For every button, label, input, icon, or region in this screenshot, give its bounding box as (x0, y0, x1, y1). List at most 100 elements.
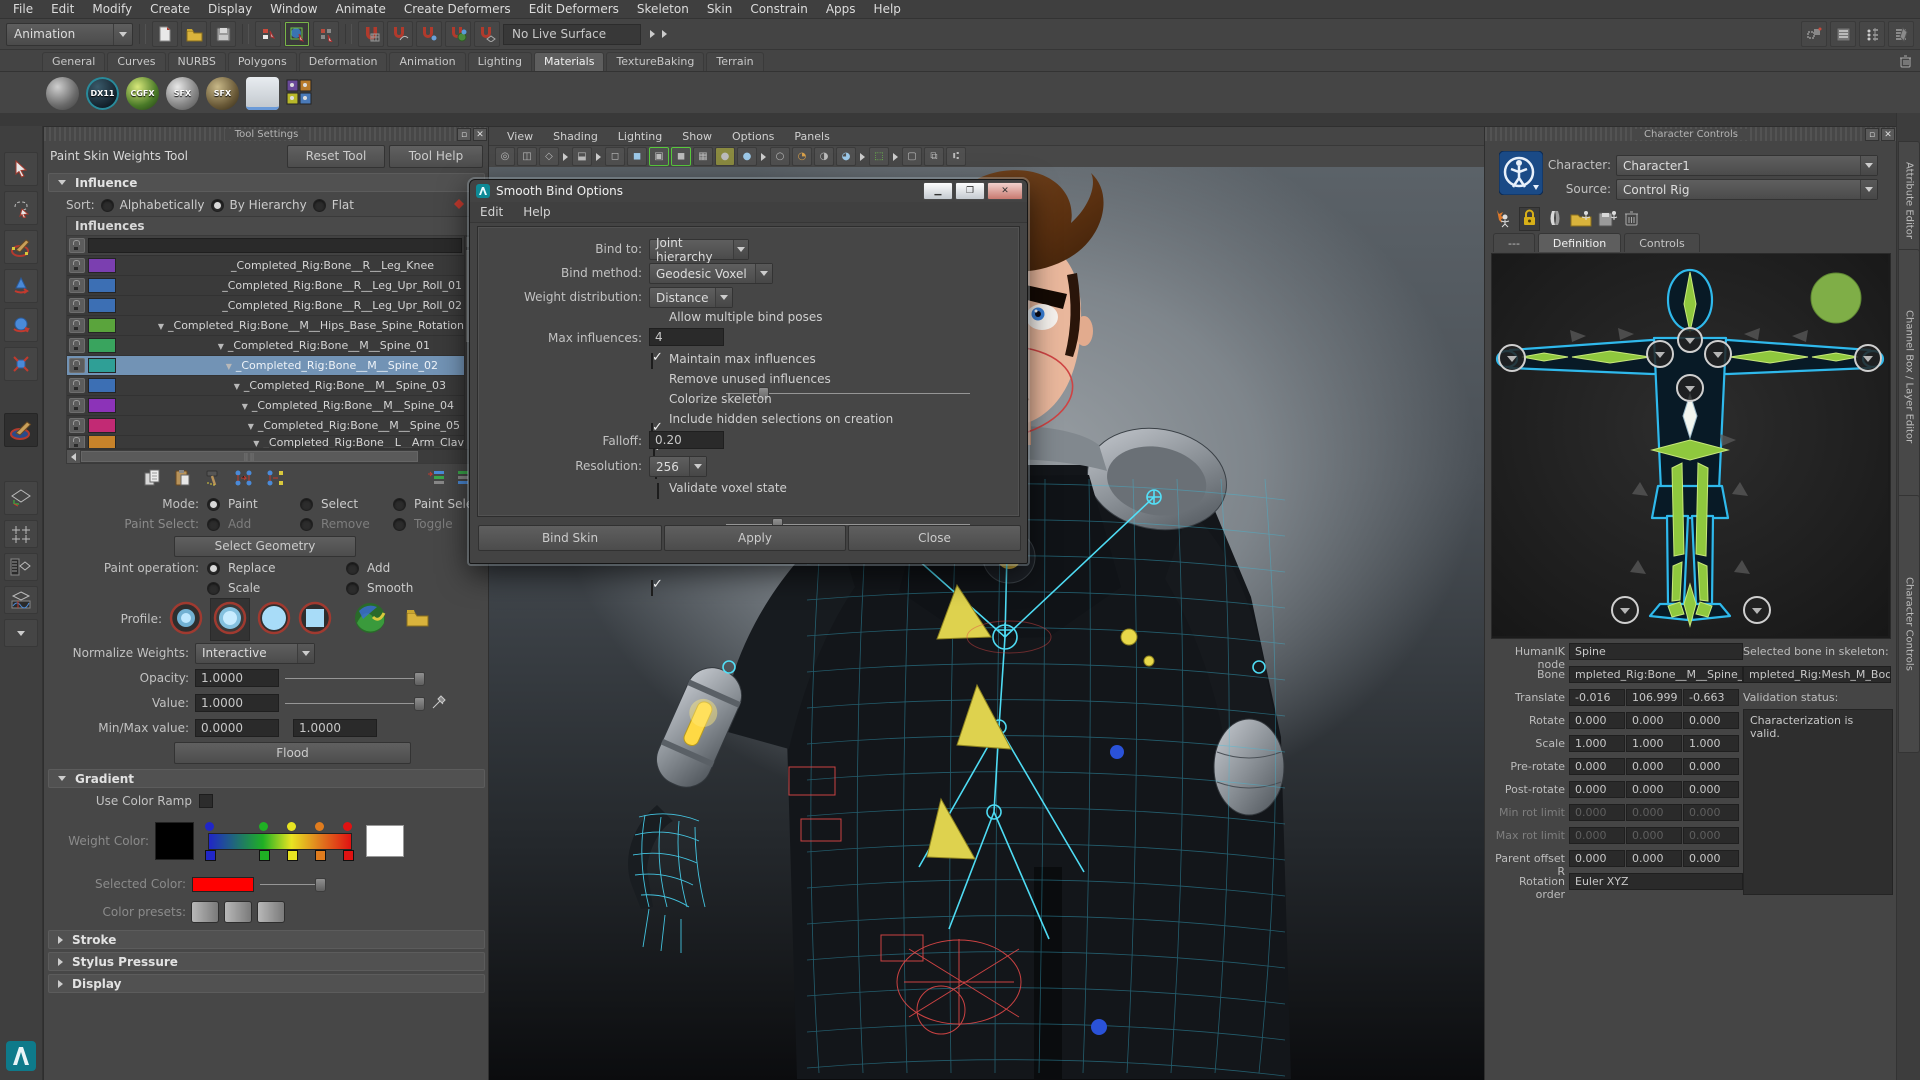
xray-joints-icon[interactable]: ⧉ (924, 147, 944, 166)
copy-weights-icon[interactable] (144, 469, 162, 490)
tab-character-controls[interactable]: Character Controls (1898, 495, 1920, 753)
parent-offset-x-field[interactable]: 0.000 (1569, 850, 1625, 867)
tab-controls[interactable]: Controls (1624, 233, 1700, 252)
menu-window[interactable]: Window (261, 1, 326, 17)
influence-row[interactable]: ▼_Completed_Rig:Bone__L__Arm_Clav (67, 436, 464, 449)
new-scene-icon[interactable] (152, 21, 178, 47)
ramp-marker[interactable] (205, 850, 216, 861)
close-button[interactable]: Close (848, 525, 1021, 551)
close-icon[interactable]: ✕ (987, 182, 1023, 200)
select-tool-icon[interactable] (4, 152, 38, 186)
rotation-order-field[interactable]: Euler XYZ (1569, 873, 1743, 890)
influence-color-swatch[interactable] (88, 436, 116, 449)
use-all-lights-icon[interactable]: ● (715, 147, 735, 166)
scale-z-field[interactable]: 1.000 (1683, 735, 1739, 752)
rotate-tool-icon[interactable] (4, 308, 38, 342)
minimize-icon[interactable]: ▁ (923, 182, 953, 200)
shading-wireframe-icon[interactable]: ◻ (605, 147, 625, 166)
lasso-tool-icon[interactable] (4, 191, 38, 225)
ramp-marker[interactable] (343, 850, 354, 861)
menu-constrain[interactable]: Constrain (741, 1, 817, 17)
color-preset-swatch[interactable] (257, 901, 285, 923)
weight-color-ramp[interactable] (208, 833, 352, 850)
move-influences-icon[interactable] (234, 469, 254, 490)
sort-flat-radio[interactable] (313, 199, 326, 212)
influence-row[interactable]: _Completed_Rig:Bone__R__Leg_Upr_Roll_01 (67, 276, 464, 296)
dx11-shader-icon[interactable]: DX11 (86, 77, 119, 110)
allow-multiple-bind-poses-checkbox[interactable] (651, 353, 653, 369)
ramp-marker[interactable] (287, 850, 298, 861)
toggle-channel-box-icon[interactable] (1888, 21, 1914, 47)
select-by-hierarchy-icon[interactable] (255, 21, 281, 47)
isolate-select-icon[interactable]: ⬚ (869, 147, 889, 166)
influence-color-swatch[interactable] (88, 298, 116, 313)
toggle-attribute-editor-icon[interactable] (1830, 21, 1856, 47)
influence-color-swatch[interactable] (88, 258, 116, 273)
tab-definition[interactable]: Definition (1538, 233, 1621, 252)
menu-create-deformers[interactable]: Create Deformers (395, 1, 520, 17)
shelf-tab-materials[interactable]: Materials (534, 52, 604, 71)
influence-filter-field[interactable] (88, 238, 462, 253)
source-dropdown[interactable]: Control Rig (1616, 179, 1878, 200)
toolbar-separator[interactable] (139, 24, 146, 44)
apply-button[interactable]: Apply (664, 525, 846, 551)
reset-tool-button[interactable]: Reset Tool (287, 145, 385, 168)
lock-icon[interactable] (69, 298, 85, 313)
menu-apps[interactable]: Apps (817, 1, 865, 17)
shelf-tab-nurbs[interactable]: NURBS (168, 52, 226, 71)
layout-four-pane-icon[interactable] (4, 520, 38, 548)
lock-icon[interactable] (69, 278, 85, 293)
selected-bone-field[interactable]: mpleted_Rig:Mesh_M_Body (1743, 666, 1891, 683)
influence-filter-row[interactable] (67, 236, 464, 256)
mode-select-radio[interactable] (300, 498, 313, 511)
gradient-section-header[interactable]: Gradient (48, 769, 485, 788)
shelf-tab-curves[interactable]: Curves (107, 52, 165, 71)
stroke-section-header[interactable]: Stroke (48, 930, 485, 949)
selected-color-swatch[interactable] (192, 877, 254, 892)
ramp-marker[interactable] (343, 822, 352, 831)
color-preset-swatch[interactable] (191, 901, 219, 923)
expand-arrow-icon[interactable]: ▼ (248, 422, 258, 431)
validate-voxel-state-checkbox[interactable] (651, 580, 653, 596)
parent-offset-z-field[interactable]: 0.000 (1683, 850, 1739, 867)
panel-float-icon[interactable]: ▫ (457, 128, 471, 141)
camera-select-icon[interactable]: ◎ (495, 147, 515, 166)
menu-create[interactable]: Create (141, 1, 199, 17)
swap-influences-icon[interactable] (266, 469, 286, 490)
expand-arrow-icon[interactable] (662, 30, 667, 38)
scale-x-field[interactable]: 1.000 (1569, 735, 1625, 752)
value-slider[interactable] (285, 696, 425, 710)
eyedropper-icon[interactable] (431, 694, 447, 713)
vp-menu-panels[interactable]: Panels (784, 130, 839, 143)
save-scene-icon[interactable] (210, 21, 236, 47)
paste-weights-icon[interactable] (174, 469, 192, 490)
weight-distribution-dropdown[interactable]: Distance (649, 287, 733, 308)
max-value-field[interactable]: 1.0000 (293, 719, 377, 737)
translate-y-field[interactable]: 106.999 (1626, 689, 1682, 706)
shelf-tab-terrain[interactable]: Terrain (706, 52, 763, 71)
menu-edit-deformers[interactable]: Edit Deformers (520, 1, 628, 17)
trash-icon[interactable] (1899, 54, 1912, 71)
menu-file[interactable]: File (4, 1, 42, 17)
paint-op-replace-radio[interactable] (207, 562, 220, 575)
shadows-icon[interactable]: ● (737, 147, 757, 166)
post-rotate-z-field[interactable]: 0.000 (1683, 781, 1739, 798)
mirror-definition-icon[interactable] (1546, 209, 1564, 230)
load-skeleton-definition-icon[interactable] (1570, 209, 1592, 230)
shelf-tab-polygons[interactable]: Polygons (228, 52, 297, 71)
tab-dashes[interactable]: --- (1493, 233, 1535, 252)
selected-color-slider[interactable] (260, 877, 326, 891)
influence-row[interactable]: _Completed_Rig:Bone__R__Leg_Knee (67, 256, 464, 276)
show-influences-icon[interactable] (427, 470, 445, 489)
ramp-marker[interactable] (259, 850, 270, 861)
menu-help[interactable]: Help (865, 1, 910, 17)
sort-by-hierarchy-radio[interactable] (211, 199, 224, 212)
vp-menu-lighting[interactable]: Lighting (608, 130, 672, 143)
browse-brush-folder-icon[interactable] (406, 608, 430, 630)
pre-rotate-x-field[interactable]: 0.000 (1569, 758, 1625, 775)
select-geometry-button[interactable]: Select Geometry (174, 536, 356, 557)
influence-hscrollbar[interactable]: ⣿⣿ (67, 449, 478, 463)
panel-float-icon[interactable]: ▫ (1865, 128, 1879, 141)
hammer-weights-icon[interactable] (204, 469, 222, 490)
pre-rotate-z-field[interactable]: 0.000 (1683, 758, 1739, 775)
